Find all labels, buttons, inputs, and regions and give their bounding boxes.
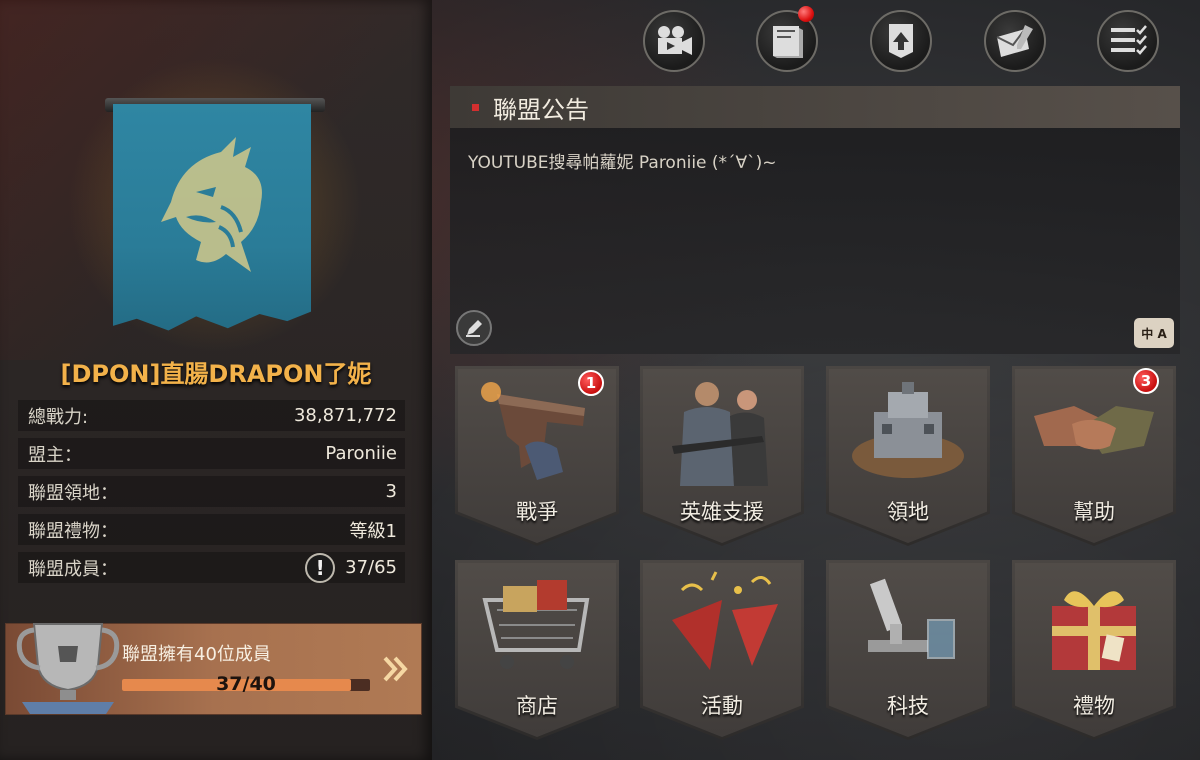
stat-label: 聯盟禮物： <box>28 520 118 542</box>
tile-label: 英雄支援 <box>680 500 764 524</box>
tile-label: 商店 <box>516 694 558 718</box>
member-goal-label: 聯盟擁有40位成員 <box>122 644 271 665</box>
dragon-emblem-icon <box>161 137 262 272</box>
stat-label: 盟主： <box>28 444 82 466</box>
stat-value: 3 <box>385 481 397 502</box>
edit-notice-button[interactable] <box>456 310 492 346</box>
notice-header: 聯盟公告 <box>450 86 1180 128</box>
tile-help[interactable]: 幫助 <box>1012 366 1176 546</box>
member-progress-text: 37/40 <box>216 673 276 695</box>
notice-title: 聯盟公告 <box>493 95 589 124</box>
tile-label: 幫助 <box>1073 500 1115 524</box>
tile-label: 科技 <box>887 694 929 718</box>
tile-gifts[interactable]: 禮物 <box>1012 560 1176 740</box>
fortress-icon <box>852 382 964 478</box>
tile-label: 戰爭 <box>516 500 558 524</box>
alliance-info-panel: [DPON]直腸DRAPON了妮 總戰力: 38,871,772 盟主： Par… <box>0 0 432 760</box>
tile-hero-support[interactable]: 英雄支援 <box>640 366 804 546</box>
envelope-pen-icon <box>996 25 1033 57</box>
stat-label: 總戰力: <box>28 406 89 428</box>
tile-label: 領地 <box>887 500 929 524</box>
gift-box-icon <box>1052 591 1136 670</box>
exclamation-icon[interactable]: ! <box>305 552 336 583</box>
stat-value: Paroniie <box>325 443 397 464</box>
alliance-name: [DPON]直腸DRAPON了妮 <box>60 360 372 388</box>
shopping-cart-icon <box>482 580 590 669</box>
microscope-icon <box>868 578 955 659</box>
stat-row-power: 總戰力: 38,871,772 <box>18 400 405 431</box>
video-button[interactable] <box>643 10 705 72</box>
double-chevron-right-icon[interactable] <box>381 654 411 684</box>
tile-label: 禮物 <box>1073 694 1115 718</box>
tile-events[interactable]: 活動 <box>640 560 804 740</box>
notice-text: YOUTUBE搜尋帕蘿妮 Paroniie (*´∀`)~ <box>468 153 777 173</box>
stat-row-gift-level: 聯盟禮物： 等級1 <box>18 514 405 545</box>
member-goal-bar[interactable]: 聯盟擁有40位成員 37/40 <box>5 623 422 715</box>
bullet-icon <box>472 103 479 111</box>
stat-label: 聯盟領地： <box>28 482 118 504</box>
alliance-banner[interactable] <box>113 104 311 331</box>
book-icon <box>773 26 803 58</box>
film-camera-icon <box>658 26 692 55</box>
alliance-notice-panel: 聯盟公告 YOUTUBE搜尋帕蘿妮 Paroniie (*´∀`)~ 中 A <box>450 86 1180 354</box>
party-popper-icon <box>672 571 778 670</box>
pen-icon <box>466 320 482 337</box>
stat-row-territory: 聯盟領地： 3 <box>18 476 405 507</box>
notification-badge: 3 <box>1133 368 1159 394</box>
stat-value-wrap: ! 37/65 <box>305 552 397 583</box>
stat-row-members: 聯盟成員： ! 37/65 <box>18 552 405 583</box>
notification-badge: 1 <box>578 370 604 396</box>
checklist-button[interactable] <box>1097 10 1159 72</box>
stat-value: 37/65 <box>345 557 397 578</box>
stat-value: 等級1 <box>349 520 397 542</box>
heroes-icon <box>672 382 768 486</box>
tile-shop[interactable]: 商店 <box>455 560 619 740</box>
tile-technology[interactable]: 科技 <box>826 560 990 740</box>
upload-button[interactable] <box>870 10 932 72</box>
translate-button[interactable]: 中 A <box>1134 318 1174 348</box>
checklist-icon <box>1111 25 1147 55</box>
trophy-icon <box>16 623 120 714</box>
tile-label: 活動 <box>701 694 743 718</box>
tile-territory[interactable]: 領地 <box>826 366 990 546</box>
records-button[interactable] <box>756 6 818 72</box>
stat-label: 聯盟成員： <box>28 558 118 580</box>
stat-value: 38,871,772 <box>293 405 397 426</box>
notification-dot <box>798 6 814 22</box>
alliance-stats: 總戰力: 38,871,772 盟主： Paroniie 聯盟領地： 3 聯盟禮… <box>18 400 405 590</box>
mail-button[interactable] <box>984 10 1046 72</box>
upload-scroll-icon <box>889 24 913 58</box>
stat-row-leader: 盟主： Paroniie <box>18 438 405 469</box>
